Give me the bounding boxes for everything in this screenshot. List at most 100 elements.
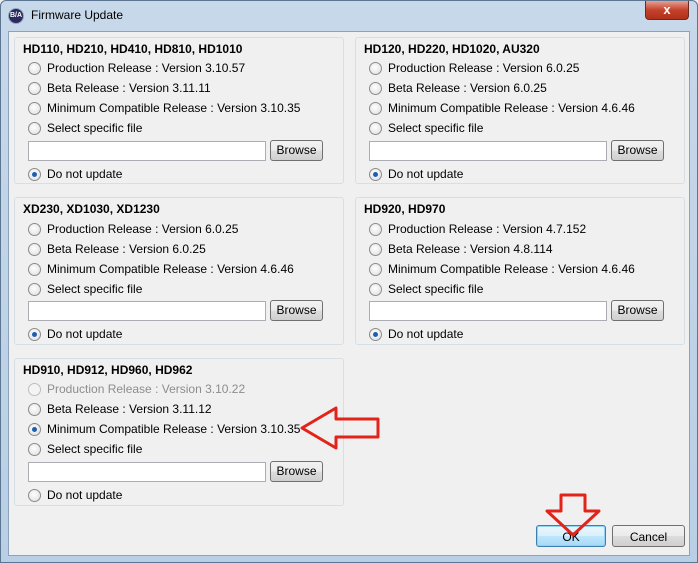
radio-select-specific-file[interactable]: Select specific file — [28, 441, 142, 457]
radio-label: Minimum Compatible Release : Version 3.1… — [47, 101, 301, 115]
radio-button[interactable] — [28, 167, 41, 181]
window-title: Firmware Update — [31, 8, 124, 22]
radio-do-not-update[interactable]: Do not update — [369, 326, 463, 342]
radio-button[interactable] — [369, 101, 382, 115]
radio-do-not-update[interactable]: Do not update — [369, 166, 463, 182]
file-path-input[interactable] — [28, 141, 266, 161]
radio-label: Beta Release : Version 3.11.12 — [47, 402, 212, 416]
dialog-body: HD110, HD210, HD410, HD810, HD1010 Produ… — [8, 31, 690, 556]
group-title: HD910, HD912, HD960, HD962 — [23, 363, 193, 377]
radio-beta-release[interactable]: Beta Release : Version 4.8.114 — [369, 241, 553, 257]
group-xd230-series: XD230, XD1030, XD1230 Production Release… — [14, 197, 344, 345]
radio-button[interactable] — [28, 442, 41, 456]
radio-label: Select specific file — [47, 442, 143, 456]
radio-beta-release[interactable]: Beta Release : Version 3.11.12 — [28, 401, 212, 417]
radio-label: Production Release : Version 6.0.25 — [388, 61, 580, 75]
radio-production-release[interactable]: Production Release : Version 6.0.25 — [369, 60, 579, 76]
radio-button[interactable] — [369, 167, 382, 181]
radio-button[interactable] — [369, 222, 382, 236]
radio-button[interactable] — [28, 121, 41, 135]
radio-button[interactable] — [28, 282, 41, 296]
radio-button[interactable] — [369, 121, 382, 135]
firmware-update-window: B/A Firmware Update x HD110, HD210, HD41… — [0, 0, 698, 563]
radio-button[interactable] — [28, 488, 41, 502]
radio-label: Do not update — [388, 167, 464, 181]
radio-button[interactable] — [28, 242, 41, 256]
radio-minimum-compatible-release[interactable]: Minimum Compatible Release : Version 4.6… — [369, 100, 635, 116]
radio-label: Production Release : Version 6.0.25 — [47, 222, 239, 236]
radio-beta-release[interactable]: Beta Release : Version 6.0.25 — [369, 80, 547, 96]
radio-label: Do not update — [47, 488, 123, 502]
close-button[interactable]: x — [645, 1, 689, 20]
radio-production-release[interactable]: Production Release : Version 3.10.57 — [28, 60, 245, 76]
radio-select-specific-file[interactable]: Select specific file — [369, 281, 483, 297]
group-title: XD230, XD1030, XD1230 — [23, 202, 160, 216]
radio-button[interactable] — [28, 101, 41, 115]
radio-label: Select specific file — [388, 121, 484, 135]
radio-label: Select specific file — [47, 282, 143, 296]
radio-label: Minimum Compatible Release : Version 3.1… — [47, 422, 301, 436]
radio-button[interactable] — [28, 81, 41, 95]
file-path-input[interactable] — [369, 301, 607, 321]
radio-label: Beta Release : Version 6.0.25 — [388, 81, 547, 95]
browse-button[interactable]: Browse — [611, 300, 664, 321]
radio-button[interactable] — [369, 262, 382, 276]
file-path-input[interactable] — [369, 141, 607, 161]
radio-label: Do not update — [47, 167, 123, 181]
radio-production-release: Production Release : Version 3.10.22 — [28, 381, 245, 397]
radio-label: Minimum Compatible Release : Version 4.6… — [388, 262, 635, 276]
radio-button[interactable] — [28, 327, 41, 341]
radio-label: Select specific file — [47, 121, 143, 135]
radio-do-not-update[interactable]: Do not update — [28, 166, 122, 182]
radio-label: Production Release : Version 4.7.152 — [388, 222, 587, 236]
radio-label: Minimum Compatible Release : Version 4.6… — [47, 262, 294, 276]
radio-label: Production Release : Version 3.10.22 — [47, 382, 246, 396]
radio-button[interactable] — [28, 422, 41, 436]
group-hd110-series: HD110, HD210, HD410, HD810, HD1010 Produ… — [14, 37, 344, 184]
radio-label: Select specific file — [388, 282, 484, 296]
radio-do-not-update[interactable]: Do not update — [28, 487, 122, 503]
file-path-input[interactable] — [28, 462, 266, 482]
radio-button[interactable] — [28, 402, 41, 416]
title-bar[interactable]: B/A Firmware Update x — [1, 1, 697, 31]
file-path-input[interactable] — [28, 301, 266, 321]
group-title: HD110, HD210, HD410, HD810, HD1010 — [23, 42, 243, 56]
radio-production-release[interactable]: Production Release : Version 4.7.152 — [369, 221, 586, 237]
radio-select-specific-file[interactable]: Select specific file — [28, 281, 142, 297]
radio-button[interactable] — [28, 222, 41, 236]
radio-button[interactable] — [369, 282, 382, 296]
radio-minimum-compatible-release[interactable]: Minimum Compatible Release : Version 3.1… — [28, 421, 300, 437]
app-logo-icon: B/A — [8, 8, 24, 24]
radio-button[interactable] — [28, 262, 41, 276]
group-hd920-series: HD920, HD970 Production Release : Versio… — [355, 197, 685, 345]
radio-label: Beta Release : Version 6.0.25 — [47, 242, 206, 256]
cancel-button[interactable]: Cancel — [612, 525, 685, 547]
radio-production-release[interactable]: Production Release : Version 6.0.25 — [28, 221, 238, 237]
radio-label: Beta Release : Version 3.11.11 — [47, 81, 211, 95]
radio-button[interactable] — [369, 242, 382, 256]
radio-select-specific-file[interactable]: Select specific file — [369, 120, 483, 136]
browse-button[interactable]: Browse — [270, 461, 323, 482]
radio-beta-release[interactable]: Beta Release : Version 6.0.25 — [28, 241, 206, 257]
radio-minimum-compatible-release[interactable]: Minimum Compatible Release : Version 4.6… — [369, 261, 635, 277]
radio-label: Do not update — [388, 327, 464, 341]
radio-button — [28, 382, 41, 396]
radio-button[interactable] — [369, 81, 382, 95]
radio-button[interactable] — [369, 327, 382, 341]
browse-button[interactable]: Browse — [270, 140, 323, 161]
radio-button[interactable] — [28, 61, 41, 75]
radio-label: Production Release : Version 3.10.57 — [47, 61, 246, 75]
browse-button[interactable]: Browse — [270, 300, 323, 321]
ok-button[interactable]: OK — [536, 525, 606, 547]
radio-do-not-update[interactable]: Do not update — [28, 326, 122, 342]
radio-beta-release[interactable]: Beta Release : Version 3.11.11 — [28, 80, 211, 96]
browse-button[interactable]: Browse — [611, 140, 664, 161]
radio-select-specific-file[interactable]: Select specific file — [28, 120, 142, 136]
radio-minimum-compatible-release[interactable]: Minimum Compatible Release : Version 4.6… — [28, 261, 294, 277]
radio-button[interactable] — [369, 61, 382, 75]
radio-label: Minimum Compatible Release : Version 4.6… — [388, 101, 635, 115]
radio-label: Do not update — [47, 327, 123, 341]
radio-minimum-compatible-release[interactable]: Minimum Compatible Release : Version 3.1… — [28, 100, 300, 116]
group-hd910-series: HD910, HD912, HD960, HD962 Production Re… — [14, 358, 344, 506]
group-hd120-series: HD120, HD220, HD1020, AU320 Production R… — [355, 37, 685, 184]
